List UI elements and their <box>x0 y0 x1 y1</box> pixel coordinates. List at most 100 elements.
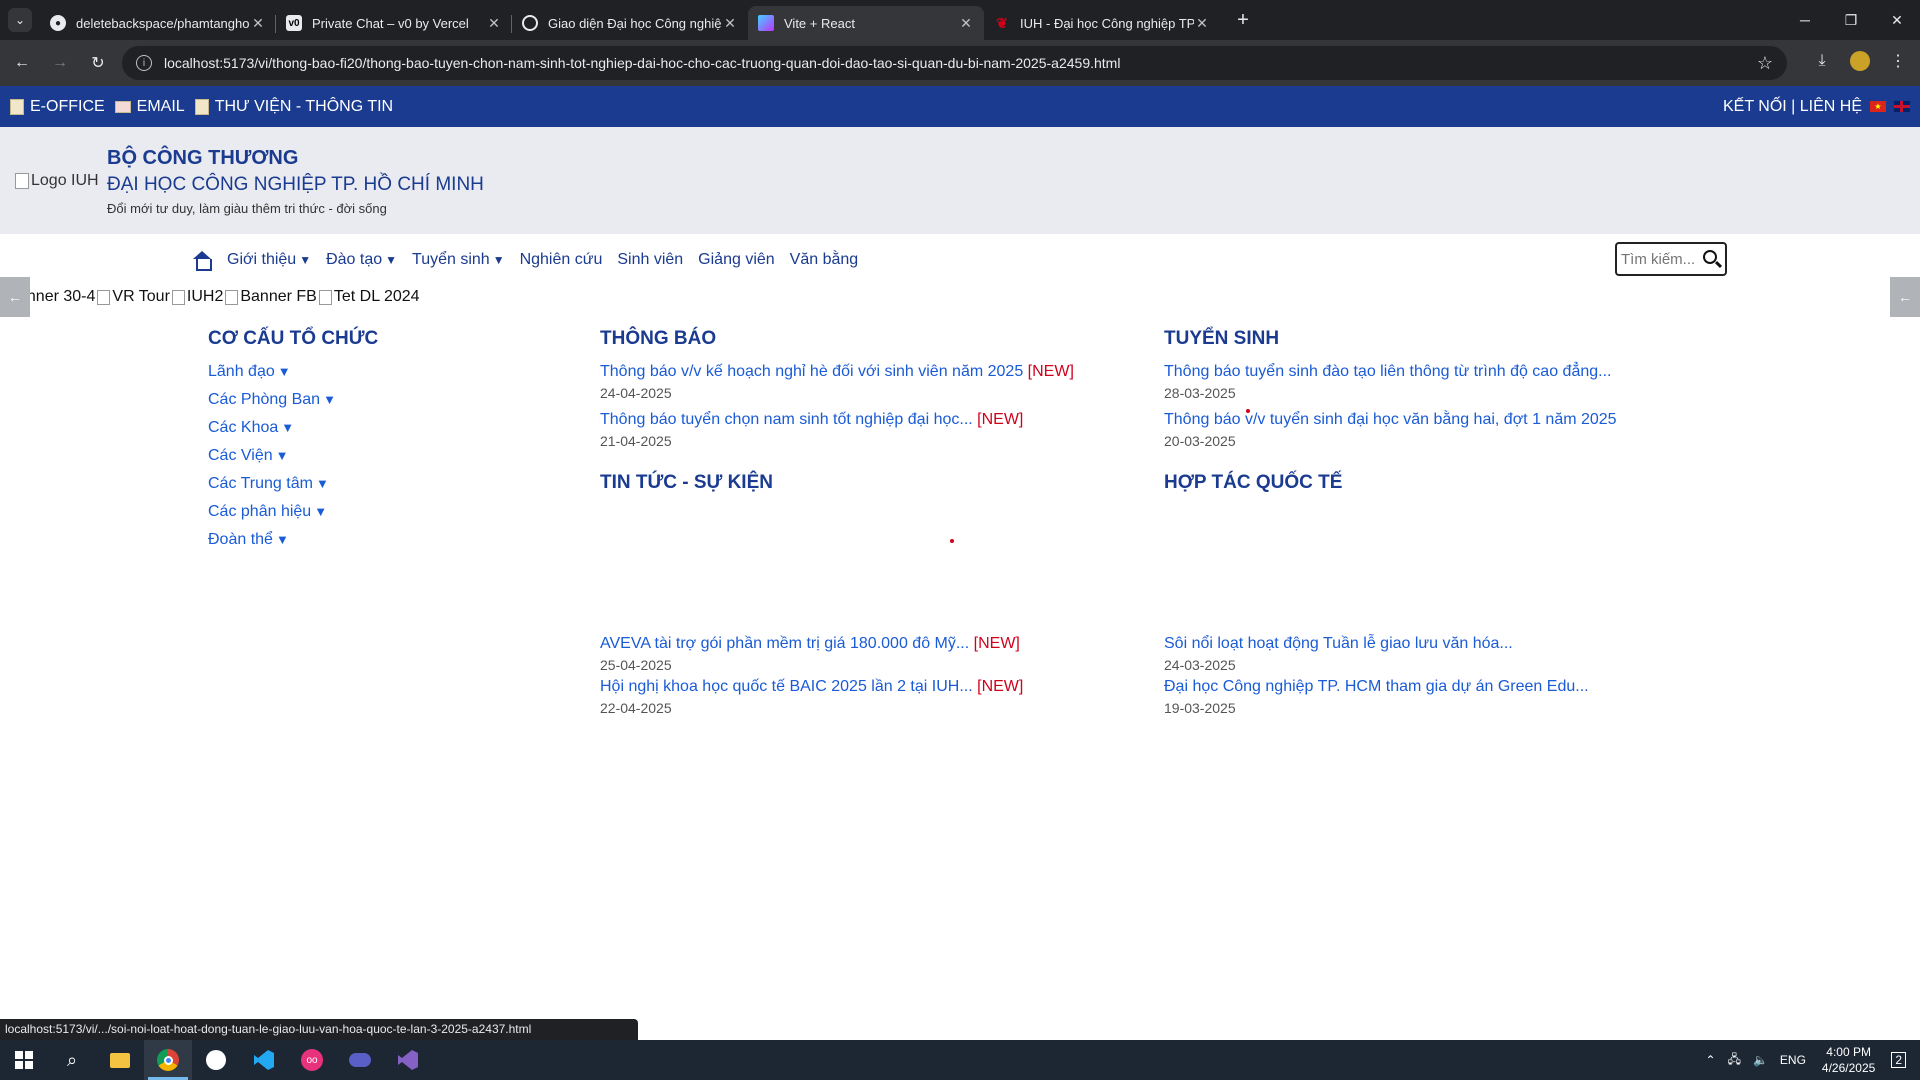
uk-flag-icon[interactable] <box>1894 101 1910 112</box>
folder-icon <box>110 1052 130 1068</box>
back-icon[interactable]: ← <box>6 47 38 79</box>
org-item[interactable]: Lãnh đạo ▼ <box>208 363 336 391</box>
news-link[interactable]: AVEVA tài trợ gói phần mềm trị giá 180.0… <box>600 635 1023 657</box>
notification-icon[interactable]: 2 <box>1891 1052 1906 1068</box>
logo-image[interactable]: Logo IUH <box>15 172 99 190</box>
browser-tab[interactable]: Giao diện Đại học Công nghiệp ✕ <box>512 6 748 40</box>
site-info-icon[interactable]: i <box>136 55 152 71</box>
vietnam-flag-icon[interactable]: ★ <box>1870 101 1886 112</box>
org-item[interactable]: Các Phòng Ban ▼ <box>208 391 336 419</box>
app-taskbar-button[interactable]: oo <box>288 1040 336 1080</box>
org-item[interactable]: Các Viện ▼ <box>208 447 336 475</box>
visual-studio-taskbar-button[interactable] <box>384 1040 432 1080</box>
browser-tab[interactable]: ❦ IUH - Đại học Công nghiệp TP.H ✕ <box>984 6 1220 40</box>
bookmark-star-icon[interactable]: ☆ <box>1757 53 1773 74</box>
email-link[interactable]: EMAIL <box>114 98 185 116</box>
org-item[interactable]: Đoàn thể ▼ <box>208 531 336 559</box>
language-indicator[interactable]: ENG <box>1780 1053 1806 1067</box>
close-icon[interactable]: ✕ <box>1194 15 1210 32</box>
slider-next-button[interactable]: ← <box>1890 277 1920 317</box>
org-label: Các Phòng Ban <box>208 391 321 408</box>
nav-item-dao-tao[interactable]: Đào tạo ▼ <box>326 251 397 269</box>
intl-link[interactable]: Sôi nổi loạt hoạt động Tuần lễ giao lưu … <box>1164 635 1589 657</box>
red-dot <box>950 539 954 543</box>
search-taskbar-button[interactable]: ⌕ <box>48 1040 96 1080</box>
menu-icon[interactable]: ⋮ <box>1884 47 1912 75</box>
app-icon <box>349 1053 371 1067</box>
chevron-up-icon[interactable]: ⌃ <box>1706 1053 1716 1067</box>
file-explorer-button[interactable] <box>96 1040 144 1080</box>
org-label: Các Viện <box>208 447 273 464</box>
url-text: localhost:5173/vi/thong-bao-fi20/thong-b… <box>164 55 1121 71</box>
window-controls: ─ ❐ ✕ <box>1782 0 1920 40</box>
forward-icon[interactable]: → <box>44 47 76 79</box>
search-box <box>1615 242 1727 276</box>
minimize-icon[interactable]: ─ <box>1782 0 1828 40</box>
close-icon[interactable]: ✕ <box>486 15 502 32</box>
download-icon[interactable]: ⤓ <box>1808 47 1836 75</box>
close-icon[interactable]: ✕ <box>722 15 738 32</box>
reload-icon[interactable]: ↻ <box>82 47 114 79</box>
nav-item-nghien-cuu[interactable]: Nghiên cứu <box>520 251 603 269</box>
main-navigation: Giới thiệu ▼ Đào tạo ▼ Tuyển sinh ▼ Nghiên … <box>0 234 1920 285</box>
tab-search-button[interactable]: ⌄ <box>8 8 32 32</box>
nav-label: Đào tạo <box>326 250 383 268</box>
visual-studio-icon <box>398 1050 418 1070</box>
banner-alt-text: Tet DL 2024 <box>333 288 420 305</box>
new-tab-button[interactable]: + <box>1230 9 1256 32</box>
nav-item-giang-vien[interactable]: Giảng viên <box>698 251 775 269</box>
nav-item-gioi-thieu[interactable]: Giới thiệu ▼ <box>227 251 311 269</box>
restore-icon[interactable]: ❐ <box>1828 0 1874 40</box>
banner-image[interactable]: Tet DL 2024 <box>318 288 420 306</box>
nav-item-sinh-vien[interactable]: Sinh viên <box>617 251 683 269</box>
notice-link[interactable]: Thông báo v/v kế hoạch nghỉ hè đối với s… <box>600 363 1074 385</box>
profile-avatar[interactable] <box>1846 47 1874 75</box>
org-title: CƠ CẤU TỔ CHỨC <box>208 328 379 349</box>
new-badge: [NEW] <box>1027 363 1074 380</box>
browser-tab[interactable]: v0 Private Chat – v0 by Vercel ✕ <box>276 6 512 40</box>
eoffice-link[interactable]: E-OFFICE <box>10 98 105 116</box>
windows-start-button[interactable] <box>0 1040 48 1080</box>
slider-prev-button[interactable]: ← <box>0 277 30 317</box>
admission-link[interactable]: Thông báo v/v tuyển sinh đại học văn bằn… <box>1164 411 1617 433</box>
search-icon[interactable] <box>1703 250 1717 264</box>
app-taskbar-button[interactable] <box>336 1040 384 1080</box>
close-window-icon[interactable]: ✕ <box>1874 0 1920 40</box>
library-link[interactable]: THƯ VIỆN - THÔNG TIN <box>194 98 393 116</box>
nav-item-van-bang[interactable]: Văn bằng <box>790 251 859 269</box>
network-icon[interactable]: 🖧 <box>1728 1050 1741 1071</box>
dropdown-arrow-icon: ▼ <box>323 392 336 407</box>
new-badge: [NEW] <box>973 635 1020 652</box>
connect-contact-link[interactable]: KẾT NỐI | LIÊN HỆ <box>1723 98 1862 116</box>
tab-title: Giao diện Đại học Công nghiệp <box>548 15 722 31</box>
chrome-taskbar-button[interactable] <box>144 1040 192 1080</box>
org-item[interactable]: Các Khoa ▼ <box>208 419 336 447</box>
org-item[interactable]: Các phân hiệu ▼ <box>208 503 336 531</box>
news-link[interactable]: Hội nghị khoa học quốc tế BAIC 2025 lần … <box>600 678 1023 700</box>
v0-icon: v0 <box>286 15 302 31</box>
search-input[interactable] <box>1621 250 1701 268</box>
site-top-bar: E-OFFICE EMAIL THƯ VIỆN - THÔNG TIN KẾT … <box>0 86 1920 127</box>
home-icon[interactable] <box>192 250 212 271</box>
browser-tab[interactable]: ● deletebackspace/phamtanghoa ✕ <box>40 6 276 40</box>
nav-item-tuyen-sinh[interactable]: Tuyển sinh ▼ <box>412 251 505 269</box>
notice-link[interactable]: Thông báo tuyển chọn nam sinh tốt nghiệp… <box>600 411 1074 433</box>
volume-icon[interactable]: 🔈 <box>1753 1053 1768 1067</box>
browser-tab-active[interactable]: Vite + React ✕ <box>748 6 984 40</box>
app-taskbar-button[interactable] <box>192 1040 240 1080</box>
close-icon[interactable]: ✕ <box>958 15 974 32</box>
admissions-list: Thông báo tuyển sinh đào tạo liên thông … <box>1164 363 1617 459</box>
admission-link[interactable]: Thông báo tuyển sinh đào tạo liên thông … <box>1164 363 1617 385</box>
admission-date: 28-03-2025 <box>1164 385 1236 401</box>
close-icon[interactable]: ✕ <box>250 15 266 32</box>
banner-image[interactable]: VR Tour <box>97 288 170 306</box>
address-bar[interactable]: i localhost:5173/vi/thong-bao-fi20/thong… <box>122 46 1787 80</box>
ministry-name: BỘ CÔNG THƯƠNG <box>107 147 299 169</box>
banner-image[interactable]: IUH2 <box>171 288 223 306</box>
intl-link[interactable]: Đại học Công nghiệp TP. HCM tham gia dự … <box>1164 678 1589 700</box>
org-item[interactable]: Các Trung tâm ▼ <box>208 475 336 503</box>
news-list: AVEVA tài trợ gói phần mềm trị giá 180.0… <box>600 635 1023 726</box>
vscode-taskbar-button[interactable] <box>240 1040 288 1080</box>
clock[interactable]: 4:00 PM 4/26/2025 <box>1822 1044 1875 1076</box>
banner-image[interactable]: Banner FB <box>225 288 317 306</box>
